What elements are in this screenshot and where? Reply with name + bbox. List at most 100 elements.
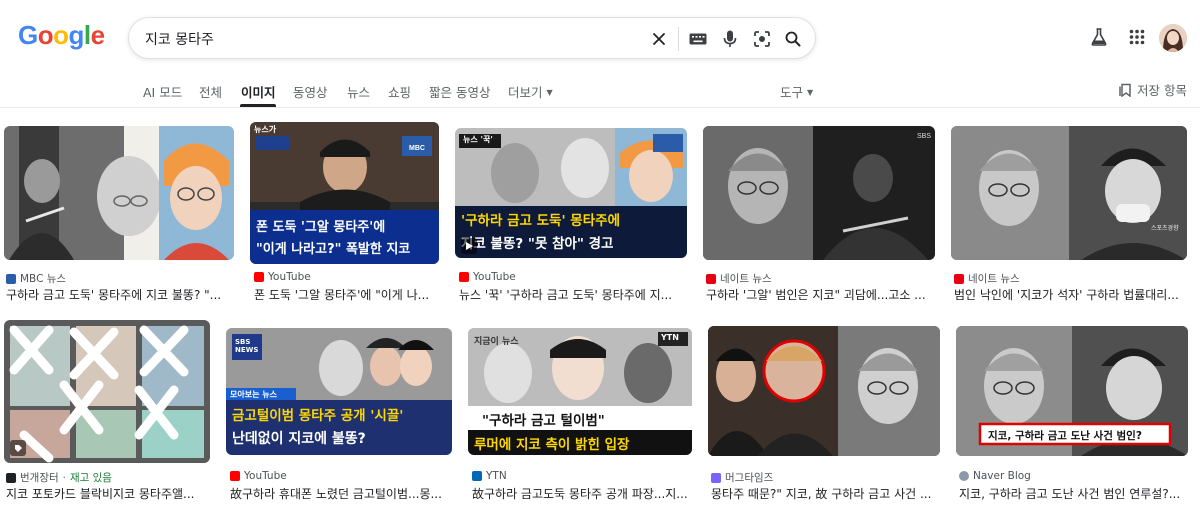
thumbnail-headline: 지코 불똥? "못 참아" 경고 xyxy=(461,236,614,252)
separator-dot: · xyxy=(62,471,66,484)
result-title[interactable]: 뉴스 '꾹' '구하라 금고 도둑' 몽타주에 지... xyxy=(459,286,687,303)
source-name: MBC 뉴스 xyxy=(20,273,67,285)
result-thumbnail[interactable] xyxy=(708,326,940,456)
result-title[interactable]: 故구하라 휴대폰 노렸던 금고털이범...몽... xyxy=(230,485,452,502)
flask-icon[interactable] xyxy=(1088,26,1110,48)
bunjang-favicon-icon xyxy=(6,472,16,483)
close-icon[interactable] xyxy=(648,28,670,50)
youtube-favicon-icon xyxy=(230,471,240,481)
mbc-news-favicon-icon xyxy=(6,273,16,284)
tab-more[interactable]: 더보기 ▼ xyxy=(508,82,553,101)
result-thumbnail[interactable]: 뉴스 '꾹' '구하라 금고 도둑' 몽타주에 지코 불똥? "못 참아" 경고 xyxy=(455,128,687,258)
result-thumbnail[interactable] xyxy=(4,126,234,260)
result-source: YouTube xyxy=(459,271,516,283)
source-name: 머그타임즈 xyxy=(725,472,774,484)
tab-more-label: 더보기 xyxy=(508,85,543,100)
play-icon xyxy=(461,238,477,254)
ytn-logo: YTN xyxy=(661,333,679,342)
thumbnail-headline: "이게 나라고?" 폭발한 지코 xyxy=(256,242,411,257)
result-title[interactable]: 폰 도둑 '그알 몽타주'에 "이게 나... xyxy=(254,286,440,303)
search-box[interactable]: 지코 몽타주 xyxy=(128,17,816,59)
search-input[interactable]: 지코 몽타주 xyxy=(145,29,214,49)
tab-all[interactable]: 전체 xyxy=(199,82,222,101)
nate-news-favicon-icon xyxy=(954,273,964,284)
source-name: YouTube xyxy=(268,271,311,283)
result-title[interactable]: 구하라 금고 도둑' 몽타주에 지코 불똥? "... xyxy=(6,286,234,303)
thumbnail-headline: 난데없이 지코에 불똥? xyxy=(232,431,366,447)
result-source: 번개장터 · 재고 있음 xyxy=(6,470,112,485)
result-thumbnail[interactable]: 스포츠경향 xyxy=(951,126,1187,260)
tab-news[interactable]: 뉴스 xyxy=(347,82,370,101)
search-tabs: AI 모드 전체 이미지 동영상 뉴스 쇼핑 짧은 동영상 더보기 ▼ 도구 ▼ 저… xyxy=(0,76,1200,108)
result-thumbnail[interactable]: 지코, 구하라 금고 도난 사건 범인? xyxy=(956,326,1188,456)
tab-images[interactable]: 이미지 xyxy=(241,82,276,101)
saved-items-button[interactable]: 저장 항목 xyxy=(1119,80,1187,99)
mic-icon[interactable] xyxy=(719,28,741,50)
thumbnail-headline: 루머에 지코 측이 밝힌 입장 xyxy=(474,437,630,453)
tab-ai-mode[interactable]: AI 모드 xyxy=(143,82,182,101)
result-thumbnail[interactable]: SBS xyxy=(703,126,935,260)
chevron-down-icon: ▼ xyxy=(807,88,814,97)
ytn-favicon-icon xyxy=(472,471,482,481)
tab-short-videos[interactable]: 짧은 동영상 xyxy=(429,82,490,101)
result-source: 네이트 뉴스 xyxy=(706,271,772,286)
thumbnail-badge: 뉴스가 xyxy=(254,125,277,134)
search-divider xyxy=(678,27,679,51)
result-thumbnail[interactable] xyxy=(4,320,210,463)
thumbnail-headline: 지코, 구하라 금고 도난 사건 범인? xyxy=(988,430,1142,442)
thumbnail-headline: 금고털이범 몽타주 공개 '시끌' xyxy=(232,408,404,424)
result-thumbnail[interactable]: MBC 뉴스가 폰 도둑 '그알 몽타주'에 "이게 나라고?" 폭발한 지코 xyxy=(250,122,439,264)
apps-grid-icon[interactable] xyxy=(1126,26,1148,48)
chevron-down-icon: ▼ xyxy=(546,88,553,97)
tab-shopping[interactable]: 쇼핑 xyxy=(388,82,411,101)
result-title[interactable]: 범인 낙인에 '지코가 석자' 구하라 법률대리... xyxy=(954,286,1186,303)
globe-icon xyxy=(959,471,969,481)
tools-label: 도구 xyxy=(780,85,804,100)
result-source: YouTube xyxy=(230,470,287,482)
camera-lens-icon[interactable] xyxy=(751,28,773,50)
source-name: Naver Blog xyxy=(973,470,1031,482)
result-source: Naver Blog xyxy=(959,470,1031,482)
result-title[interactable]: 지코 포토카드 블락비지코 몽타주앨... xyxy=(6,485,210,502)
source-name: YTN xyxy=(486,470,507,482)
source-name: 번개장터 xyxy=(20,472,59,484)
avatar[interactable] xyxy=(1159,24,1187,52)
result-title[interactable]: 구하라 '그알' 범인은 지코" 괴담에...고소 ... xyxy=(706,286,934,303)
svg-text:스포츠경향: 스포츠경향 xyxy=(1151,224,1179,232)
mug-times-favicon-icon xyxy=(711,472,721,483)
svg-text:SBS: SBS xyxy=(917,133,931,140)
source-name: YouTube xyxy=(244,470,287,482)
youtube-favicon-icon xyxy=(254,272,264,282)
stock-status: 재고 있음 xyxy=(69,472,112,484)
google-logo[interactable]: Google xyxy=(18,20,105,51)
result-title[interactable]: 지코, 구하라 금고 도난 사건 범인 연루설?... xyxy=(959,485,1188,502)
result-thumbnail[interactable]: 지금이 뉴스 YTN "구하라 금고 털이범" 루머에 지코 측이 밝힌 입장 xyxy=(468,328,692,455)
thumbnail-badge: 모아보는 뉴스 xyxy=(230,390,277,399)
tag-icon xyxy=(10,440,26,456)
result-source: MBC 뉴스 xyxy=(6,271,66,286)
result-thumbnail[interactable]: SBS NEWS 모아보는 뉴스 금고털이범 몽타주 공개 '시끌' 난데없이 지… xyxy=(226,328,452,455)
search-icon[interactable] xyxy=(782,28,804,50)
svg-text:MBC: MBC xyxy=(409,145,425,152)
keyboard-icon[interactable] xyxy=(687,28,709,50)
nate-news-favicon-icon xyxy=(706,273,716,284)
saved-items-label: 저장 항목 xyxy=(1137,83,1187,98)
result-source: 네이트 뉴스 xyxy=(954,271,1020,286)
active-tab-indicator xyxy=(240,104,276,107)
thumbnail-badge: 뉴스 '꾹' xyxy=(463,135,493,144)
result-source: YTN xyxy=(472,470,507,482)
result-title[interactable]: 故구하라 금고도둑 몽타주 공개 파장...지... xyxy=(472,485,692,502)
result-source: YouTube xyxy=(254,271,311,283)
thumbnail-headline: '구하라 금고 도둑' 몽타주에 xyxy=(461,213,620,229)
source-name: 네이트 뉴스 xyxy=(968,273,1020,285)
sbs-news-logo: SBS NEWS xyxy=(235,338,259,354)
result-title[interactable]: 몽타주 때문?" 지코, 故 구하라 금고 사건 ... xyxy=(711,485,940,502)
result-source: 머그타임즈 xyxy=(711,470,773,485)
bookmark-icon xyxy=(1119,83,1131,97)
source-name: YouTube xyxy=(473,271,516,283)
tab-videos[interactable]: 동영상 xyxy=(293,82,328,101)
source-name: 네이트 뉴스 xyxy=(720,273,772,285)
thumbnail-headline: "구하라 금고 털이범" xyxy=(482,413,605,429)
thumbnail-headline: 폰 도둑 '그알 몽타주'에 xyxy=(256,220,386,235)
tools-button[interactable]: 도구 ▼ xyxy=(780,82,813,101)
